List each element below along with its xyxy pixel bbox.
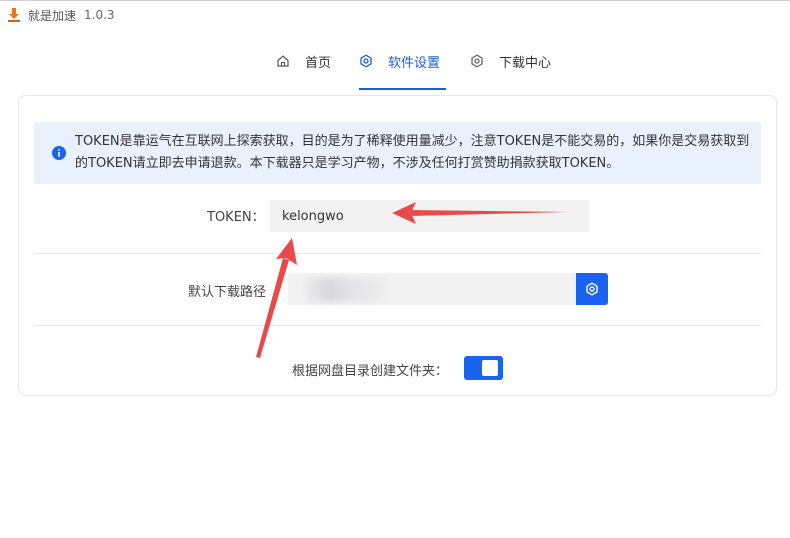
tab-downloads[interactable]: 下载中心 (470, 44, 556, 90)
tab-home[interactable]: 首页 (276, 44, 340, 90)
divider (34, 325, 761, 326)
gear-icon (360, 54, 372, 68)
gear-icon (471, 54, 483, 68)
download-path-settings-button[interactable] (576, 273, 608, 305)
info-icon (52, 146, 66, 160)
title-bar: 就是加速 1.0.3 (0, 2, 790, 28)
download-path-label: 默认下载路径 (188, 285, 267, 300)
tab-home-label: 首页 (305, 56, 332, 71)
main-tabs: 首页 软件设置 下载中心 (0, 44, 790, 90)
divider (34, 253, 761, 254)
token-notice: TOKEN是靠运气在互联网上探索获取，目的是为了稀释使用量减少，注意TOKEN是… (34, 122, 761, 184)
tab-settings[interactable]: 软件设置 (359, 44, 446, 90)
tab-settings-label: 软件设置 (388, 56, 441, 71)
notice-text: TOKEN是靠运气在互联网上探索获取，目的是为了稀释使用量减少，注意TOKEN是… (75, 134, 750, 171)
create-folder-label: 根据网盘目录创建文件夹： (292, 364, 449, 379)
token-label: TOKEN： (207, 210, 265, 225)
app-version: 1.0.3 (84, 8, 115, 22)
app-title: 就是加速 (28, 8, 77, 23)
toggle-knob (482, 360, 498, 376)
create-folder-toggle[interactable] (464, 356, 503, 380)
gear-icon (586, 282, 598, 296)
home-icon (277, 55, 289, 67)
token-input[interactable] (270, 200, 589, 232)
download-path-blurred-value (306, 278, 384, 302)
window-top-border (0, 0, 790, 1)
tab-downloads-label: 下载中心 (499, 56, 552, 71)
download-app-icon (8, 8, 20, 22)
